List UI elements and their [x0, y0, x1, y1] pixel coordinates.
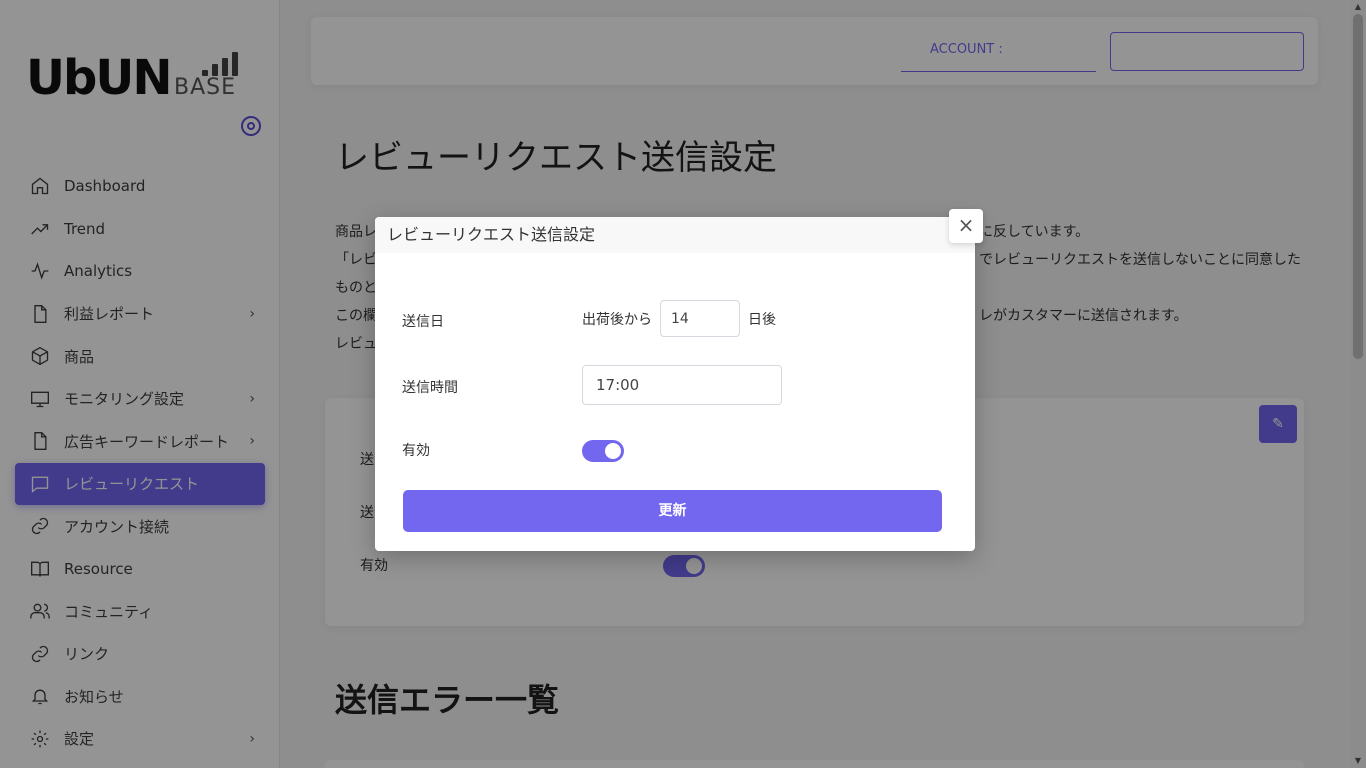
- update-button[interactable]: 更新: [403, 490, 942, 532]
- enabled-toggle[interactable]: [582, 440, 624, 462]
- send-day-input[interactable]: [660, 300, 740, 337]
- send-day-suffix: 日後: [748, 312, 776, 328]
- send-day-label: 送信日: [402, 314, 444, 330]
- close-icon[interactable]: ×: [949, 209, 983, 243]
- send-time-input[interactable]: [582, 365, 782, 405]
- send-day-prefix: 出荷後から: [582, 312, 652, 328]
- modal-title: レビューリクエスト送信設定: [375, 217, 975, 253]
- send-time-label: 送信時間: [402, 380, 458, 396]
- review-request-modal: レビューリクエスト送信設定 × 送信日 出荷後から 日後 送信時間 有効 更新: [375, 209, 983, 551]
- enabled-label: 有効: [402, 443, 430, 459]
